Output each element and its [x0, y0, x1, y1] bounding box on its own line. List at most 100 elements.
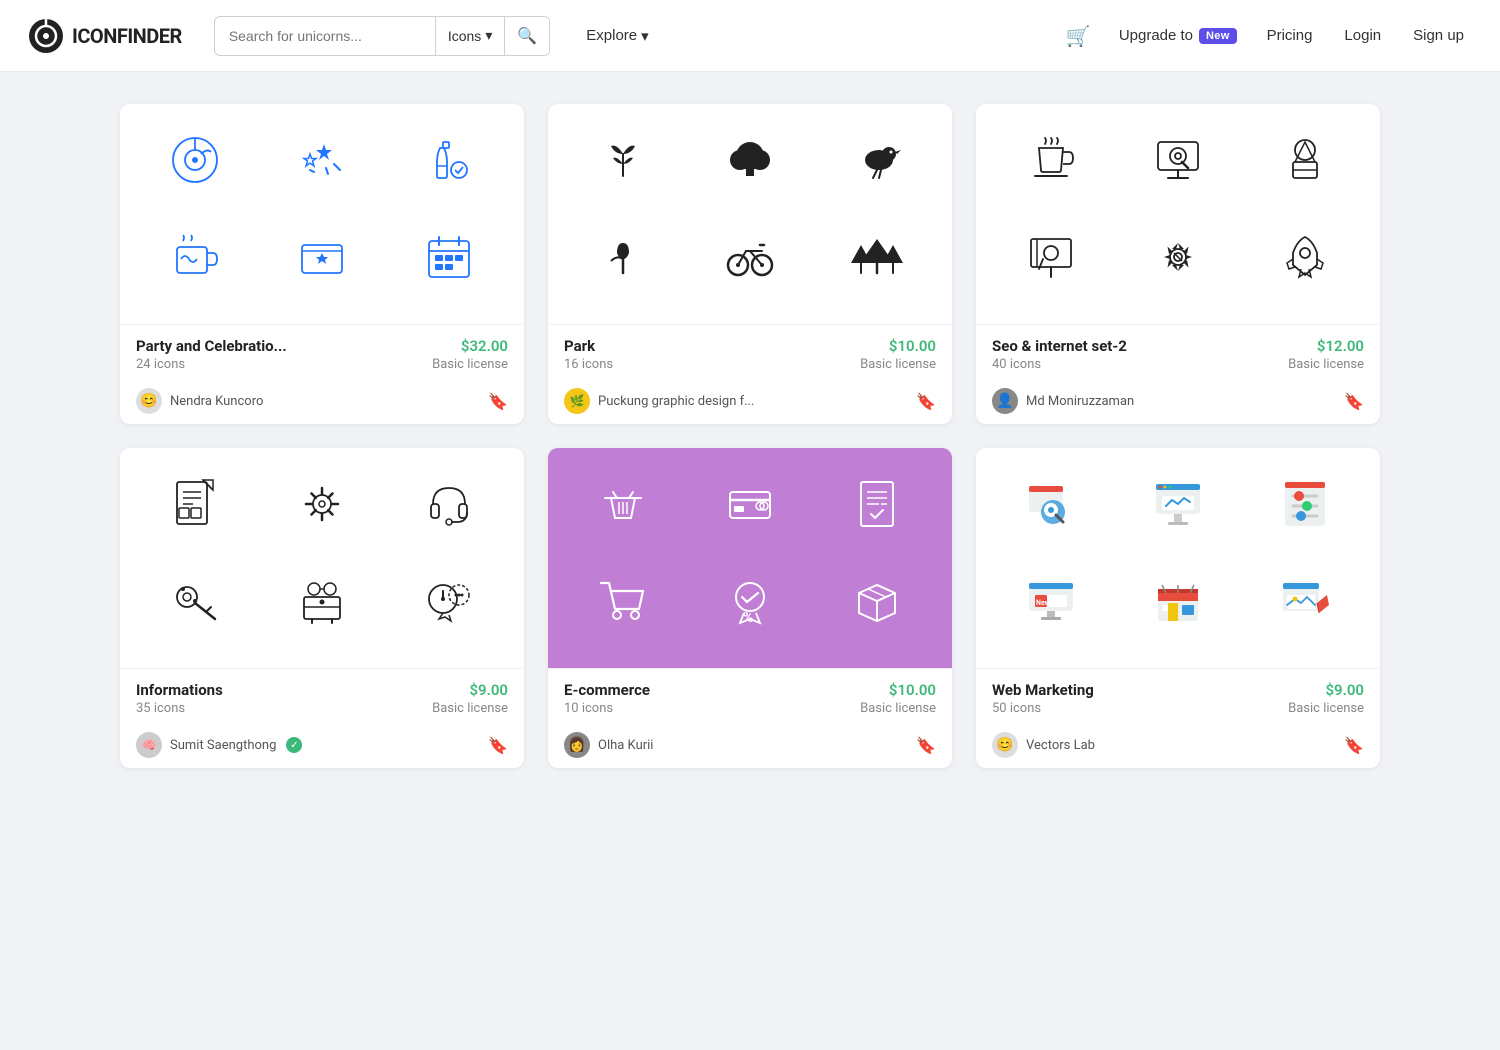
card-title: E-commerce	[564, 681, 650, 699]
card-count: 40 icons	[992, 357, 1041, 372]
wm-image-edit-icon	[1279, 575, 1331, 627]
park-trees-icon	[851, 231, 903, 283]
icon-cell	[992, 468, 1109, 540]
card-price: $9.00	[469, 681, 508, 699]
card-license: Basic license	[860, 701, 936, 716]
login-link[interactable]: Login	[1336, 23, 1389, 48]
bookmark-icon[interactable]: 🔖	[916, 392, 936, 411]
logo-icon	[28, 18, 64, 54]
author-avatar: 🌿	[564, 388, 590, 414]
svg-text:New: New	[1036, 599, 1051, 607]
icon-cell	[1247, 468, 1364, 540]
search-type-dropdown[interactable]: Icons ▾	[436, 17, 505, 55]
icon-cell	[1119, 221, 1236, 293]
card-price: $9.00	[1325, 681, 1364, 699]
card-preview-party	[120, 104, 524, 324]
icon-cell: %	[691, 565, 808, 637]
pricing-link[interactable]: Pricing	[1259, 23, 1321, 48]
card-price: $10.00	[889, 337, 936, 355]
cart-icon[interactable]: 🛒	[1060, 18, 1097, 54]
card-informations: Informations $9.00 35 icons Basic licens…	[120, 448, 524, 768]
bookmark-icon[interactable]: 🔖	[916, 736, 936, 755]
card-ecommerce: % E-commerce $10.00	[548, 448, 952, 768]
card-seo: Seo & internet set-2 $12.00 40 icons Bas…	[976, 104, 1380, 424]
card-count: 50 icons	[992, 701, 1041, 716]
icon-cell	[564, 468, 681, 540]
seo-crown-icon	[1279, 134, 1331, 186]
main-content: Party and Celebratio... $32.00 24 icons …	[80, 72, 1420, 800]
icon-cell	[564, 124, 681, 196]
ecom-receipt-icon	[851, 478, 903, 530]
icon-cell	[819, 221, 936, 293]
card-info-ecommerce: E-commerce $10.00 10 icons Basic license	[548, 668, 952, 724]
icon-cell	[136, 221, 253, 293]
author-name: Nendra Kuncoro	[170, 394, 263, 409]
verified-badge: ✓	[286, 737, 302, 753]
bookmark-icon[interactable]: 🔖	[488, 392, 508, 411]
search-input[interactable]	[215, 28, 435, 44]
icon-cell	[1247, 565, 1364, 637]
card-webmarketing: New	[976, 448, 1380, 768]
party-mug-icon	[169, 231, 221, 283]
wm-search-icon	[1025, 478, 1077, 530]
chevron-down-icon: ▾	[641, 27, 649, 45]
icon-cell	[819, 124, 936, 196]
icon-cell	[136, 565, 253, 637]
author-name: Vectors Lab	[1026, 738, 1095, 753]
card-info-party: Party and Celebratio... $32.00 24 icons …	[120, 324, 524, 380]
icon-cell	[1247, 221, 1364, 293]
park-bush-icon	[724, 134, 776, 186]
new-badge: New	[1199, 28, 1237, 44]
nav-area: Explore ▾	[578, 21, 656, 51]
bookmark-icon[interactable]: 🔖	[488, 736, 508, 755]
card-preview-ecommerce: %	[548, 448, 952, 668]
search-button[interactable]: 🔍	[504, 17, 549, 55]
bookmark-icon[interactable]: 🔖	[1344, 736, 1364, 755]
card-info-park: Park $10.00 16 icons Basic license	[548, 324, 952, 380]
card-price: $32.00	[461, 337, 508, 355]
party-music-icon	[169, 134, 221, 186]
icon-cell	[691, 468, 808, 540]
card-title: Party and Celebratio...	[136, 337, 287, 355]
ecom-cart-icon	[597, 575, 649, 627]
author-avatar: 👩	[564, 732, 590, 758]
header: ICONFINDER Icons ▾ 🔍 Explore ▾ 🛒 Upgrade…	[0, 0, 1500, 72]
icon-cell	[391, 124, 508, 196]
card-count: 35 icons	[136, 701, 185, 716]
author-avatar: 😊	[136, 388, 162, 414]
card-title: Web Marketing	[992, 681, 1094, 699]
icon-cell	[391, 565, 508, 637]
author-avatar: 🧠	[136, 732, 162, 758]
icon-cell	[391, 221, 508, 293]
card-license: Basic license	[1288, 701, 1364, 716]
ecom-basket-icon	[597, 478, 649, 530]
logo[interactable]: ICONFINDER	[28, 18, 182, 54]
wm-monitor-icon	[1152, 478, 1204, 530]
info-gear-icon	[296, 478, 348, 530]
icon-cell	[564, 221, 681, 293]
card-author-seo: 👤 Md Moniruzzaman 🔖	[976, 380, 1380, 424]
icon-cell	[992, 221, 1109, 293]
upgrade-button[interactable]: Upgrade to New	[1113, 23, 1243, 48]
logo-text: ICONFINDER	[72, 24, 182, 48]
icon-cell	[691, 124, 808, 196]
ecom-badge-icon: %	[724, 575, 776, 627]
ecom-card-icon	[724, 478, 776, 530]
card-count: 24 icons	[136, 357, 185, 372]
explore-dropdown[interactable]: Explore ▾	[578, 21, 656, 51]
card-title: Park	[564, 337, 595, 355]
icon-cell	[691, 221, 808, 293]
park-tulip-icon	[597, 231, 649, 283]
card-license: Basic license	[1288, 357, 1364, 372]
card-info-seo: Seo & internet set-2 $12.00 40 icons Bas…	[976, 324, 1380, 380]
icon-set-grid: Party and Celebratio... $32.00 24 icons …	[120, 104, 1380, 768]
signup-link[interactable]: Sign up	[1405, 23, 1472, 48]
bookmark-icon[interactable]: 🔖	[1344, 392, 1364, 411]
card-author-party: 😊 Nendra Kuncoro 🔖	[120, 380, 524, 424]
card-park: Park $10.00 16 icons Basic license 🌿 Puc…	[548, 104, 952, 424]
card-preview-informations	[120, 448, 524, 668]
icon-cell	[992, 124, 1109, 196]
card-author-park: 🌿 Puckung graphic design f... 🔖	[548, 380, 952, 424]
author-avatar: 😊	[992, 732, 1018, 758]
icon-cell	[263, 221, 380, 293]
